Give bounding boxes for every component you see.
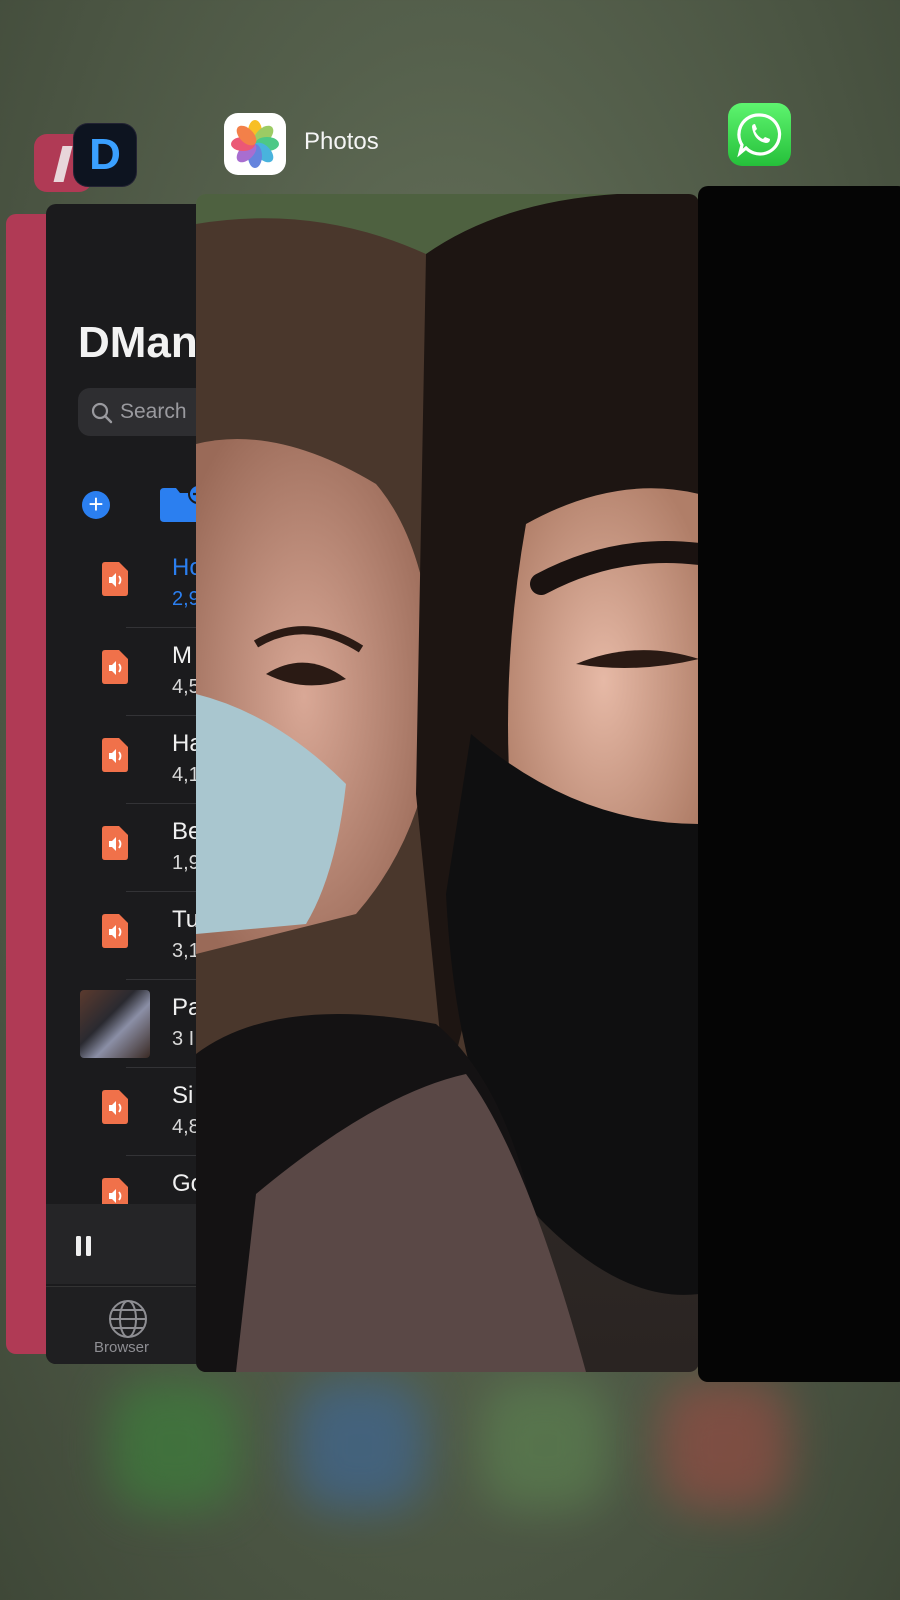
dock-app-blur	[295, 1380, 425, 1510]
photos-flower-icon	[231, 120, 279, 168]
dock-app-blur	[110, 1380, 240, 1510]
tab-browser[interactable]: Browser	[94, 1339, 149, 1356]
globe-icon[interactable]	[108, 1299, 148, 1339]
audio-file-icon	[102, 826, 128, 860]
page-title: DMan	[78, 318, 198, 367]
audio-file-icon	[102, 738, 128, 772]
file-name: Si	[172, 1082, 194, 1109]
video-thumbnail	[80, 990, 150, 1058]
audio-file-icon	[102, 650, 128, 684]
app-name-photos: Photos	[304, 128, 379, 155]
audio-file-icon	[102, 914, 128, 948]
file-name: M	[172, 642, 192, 669]
dock-app-blur	[480, 1380, 610, 1510]
audio-file-icon	[102, 1090, 128, 1124]
app-card-photos[interactable]	[196, 194, 699, 1372]
dock-app-blur	[660, 1380, 790, 1510]
whatsapp-logo-icon	[737, 113, 782, 158]
photo-preview	[196, 194, 699, 1372]
photos-app-icon[interactable]	[224, 113, 286, 175]
add-icon[interactable]: +	[82, 491, 110, 519]
app-card-whatsapp[interactable]	[698, 186, 900, 1382]
pause-icon[interactable]	[74, 1234, 94, 1258]
dmanager-app-icon[interactable]: D	[74, 124, 136, 186]
file-size: 3 I	[172, 1028, 195, 1050]
audio-file-icon	[102, 562, 128, 596]
whatsapp-app-icon[interactable]	[728, 103, 791, 166]
search-icon	[91, 402, 113, 424]
search-placeholder: Search	[120, 400, 187, 423]
